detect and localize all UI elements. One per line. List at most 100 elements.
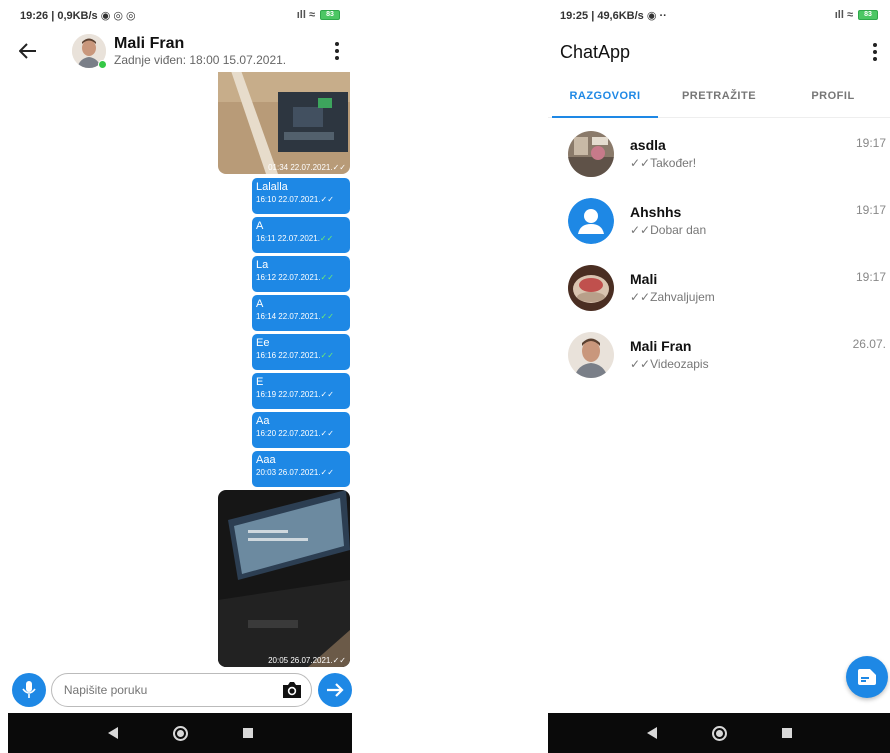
chat-header: Mali Fran Zadnje viđen: 18:00 15.07.2021… [8,30,352,72]
message-input-wrapper [50,673,313,707]
chat-list-screen: 19:25 | 49,6KB/s ◉ ·· ıll ≈ 83 ChatApp R… [548,0,890,753]
message-timestamp: 20:03 26.07.2021.✓✓ [256,468,334,477]
nav-home-icon[interactable] [172,725,188,741]
conversation-time: 19:17 [855,203,886,217]
signal-wifi-icon: ıll ≈ [834,9,853,21]
online-status-dot [98,60,107,69]
message-text: A [256,220,264,232]
conversation-name: Ahshhs [630,204,682,220]
last-seen: Zadnje viđen: 18:00 15.07.2021. [114,53,287,68]
conversation-item[interactable]: Ahshhs ✓✓Dobar dan 19:17 [548,187,890,254]
message-bubble[interactable]: Ee 16:16 22.07.2021.✓✓ [252,334,350,370]
conversation-time: 26.07. [852,337,886,351]
message-input[interactable] [63,683,282,697]
microphone-icon [22,681,36,698]
nav-home-icon[interactable] [711,725,727,741]
conversation-text: asdla ✓✓Također! [630,137,696,170]
conversation-name: Mali Fran [630,338,692,354]
conversation-name: asdla [630,137,666,153]
message-bubble[interactable]: La 16:12 22.07.2021.✓✓ [252,256,350,292]
nav-recents-icon[interactable] [242,728,253,738]
conversation-name: Mali [630,271,658,287]
message-bubble[interactable]: Lalalla 16:10 22.07.2021.✓✓ [252,178,350,214]
status-bar: 19:26 | 0,9KB/s ◉ ◎ ◎ ıll ≈ 83 [8,0,352,30]
photo-message[interactable]: 20:05 26.07.2021.✓✓ [218,490,350,667]
microphone-button[interactable] [12,673,46,707]
app-bar: ChatApp [548,30,890,74]
default-user-icon [568,197,614,244]
more-options-button[interactable] [860,32,890,72]
message-timestamp: 16:19 22.07.2021.✓✓ [256,390,334,399]
avatar [568,264,614,311]
message-timestamp: 01:34 22.07.2021.✓✓ [268,163,346,172]
back-button[interactable] [8,31,48,71]
message-timestamp: 16:20 22.07.2021.✓✓ [256,429,334,438]
message-bubble[interactable]: A 16:11 22.07.2021.✓✓ [252,217,350,253]
arrow-left-icon [19,43,36,59]
message-list[interactable]: 01:34 22.07.2021.✓✓ Lalalla 16:10 22.07.… [8,72,352,669]
nav-back-icon[interactable] [646,727,657,739]
contact-avatar[interactable] [72,34,107,69]
nav-recents-icon[interactable] [781,728,792,738]
new-message-button[interactable] [846,656,888,698]
conversation-text: Mali ✓✓Zahvaljujem [630,271,715,304]
send-button[interactable] [318,673,352,707]
status-icons: ıll ≈ 83 [835,9,878,21]
tab-search[interactable]: PRETRAŽITE [662,74,776,117]
message-text: A [256,298,264,310]
chat-screen: 19:26 | 0,9KB/s ◉ ◎ ◎ ıll ≈ 83 Mali Fran… [8,0,352,753]
message-text: Aaa [256,454,276,466]
conversation-time: 19:17 [855,270,886,284]
message-timestamp: 16:11 22.07.2021.✓✓ [256,234,334,243]
conversation-last-message: ✓✓Dobar dan [630,223,707,237]
conversation-last-message: ✓✓Videozapis [630,357,709,371]
nav-back-icon[interactable] [107,727,118,739]
message-timestamp: 20:05 26.07.2021.✓✓ [268,656,346,665]
battery-icon: 83 [858,10,878,20]
tab-profile[interactable]: PROFIL [776,74,890,117]
avatar [568,197,614,244]
app-title: ChatApp [560,41,631,62]
new-message-icon [858,669,876,685]
message-text: Lalalla [256,181,288,193]
camera-icon[interactable] [281,681,303,699]
message-bubble[interactable]: E 16:19 22.07.2021.✓✓ [252,373,350,409]
tab-conversations[interactable]: RAZGOVORI [548,74,662,118]
message-text: Aa [256,415,270,427]
message-timestamp: 16:16 22.07.2021.✓✓ [256,351,334,360]
tab-bar: RAZGOVORI PRETRAŽITE PROFIL [548,74,890,118]
conversation-item[interactable]: Mali Fran ✓✓Videozapis 26.07. [548,321,890,388]
message-bubble[interactable]: A 16:14 22.07.2021.✓✓ [252,295,350,331]
status-text: 19:26 | 0,9KB/s ◉ ◎ ◎ [20,9,136,22]
message-timestamp: 16:12 22.07.2021.✓✓ [256,273,334,282]
photo-message[interactable]: 01:34 22.07.2021.✓✓ [218,72,350,174]
avatar [568,130,614,177]
signal-wifi-icon: ıll ≈ [296,9,315,21]
status-bar: 19:25 | 49,6KB/s ◉ ·· ıll ≈ 83 [548,0,890,30]
conversation-time: 19:17 [855,136,886,150]
message-bubble[interactable]: Aa 16:20 22.07.2021.✓✓ [252,412,350,448]
avatar [568,331,614,378]
status-icons: ıll ≈ 83 [297,9,340,21]
message-text: Ee [256,337,270,349]
message-bubble[interactable]: Aaa 20:03 26.07.2021.✓✓ [252,451,350,487]
message-text: E [256,376,264,388]
status-text: 19:25 | 49,6KB/s ◉ ·· [560,9,667,22]
conversation-text: Ahshhs ✓✓Dobar dan [630,204,706,237]
contact-info[interactable]: Mali Fran Zadnje viđen: 18:00 15.07.2021… [114,35,286,68]
message-composer [8,669,352,711]
message-timestamp: 16:14 22.07.2021.✓✓ [256,312,334,321]
message-text: La [256,259,269,271]
conversation-last-message: ✓✓Zahvaljujem [630,290,715,304]
conversation-item[interactable]: asdla ✓✓Također! 19:17 [548,120,890,187]
conversation-item[interactable]: Mali ✓✓Zahvaljujem 19:17 [548,254,890,321]
conversation-list: asdla ✓✓Također! 19:17 Ahshhs ✓✓Dobar da… [548,120,890,388]
battery-icon: 83 [320,10,340,20]
more-vertical-icon [873,43,877,47]
conversation-text: Mali Fran ✓✓Videozapis [630,338,709,371]
arrow-right-icon [327,683,344,697]
conversation-last-message: ✓✓Također! [630,156,697,170]
more-options-button[interactable] [322,31,352,71]
more-vertical-icon [335,42,339,46]
system-nav-bar [548,713,890,753]
